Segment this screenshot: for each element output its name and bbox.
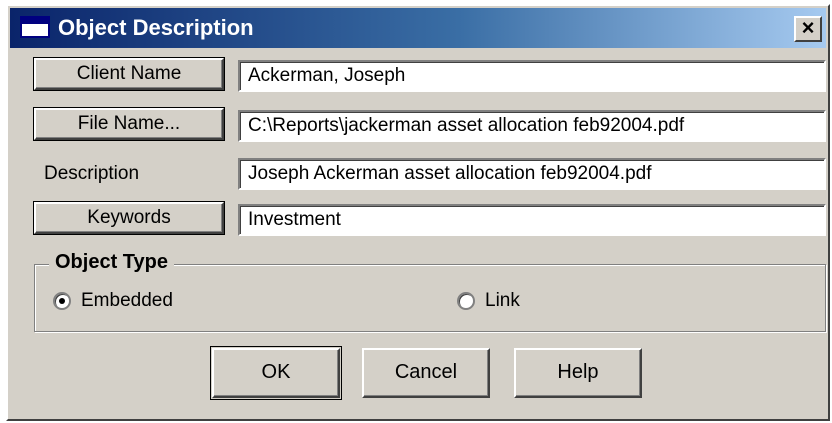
client-name-field[interactable]: Ackerman, Joseph bbox=[238, 60, 826, 92]
keywords-button[interactable]: Keywords bbox=[33, 201, 225, 235]
object-type-group: Object Type Embedded Link bbox=[34, 249, 826, 332]
embedded-option[interactable]: Embedded bbox=[53, 289, 173, 313]
close-icon: × bbox=[801, 15, 815, 40]
window-icon bbox=[20, 16, 50, 38]
embedded-label: Embedded bbox=[81, 290, 173, 311]
close-button[interactable]: × bbox=[794, 16, 822, 42]
file-name-button-label: File Name... bbox=[77, 113, 181, 134]
cancel-button[interactable]: Cancel bbox=[362, 348, 490, 398]
title-bar[interactable]: Object Description × bbox=[10, 8, 826, 48]
link-label: Link bbox=[485, 290, 520, 311]
file-name-button[interactable]: File Name... bbox=[33, 107, 225, 141]
help-button[interactable]: Help bbox=[514, 348, 642, 398]
description-field[interactable]: Joseph Ackerman asset allocation feb9200… bbox=[238, 158, 826, 190]
ok-button[interactable]: OK bbox=[212, 348, 340, 398]
keywords-field[interactable]: Investment bbox=[238, 204, 826, 236]
description-label: Description bbox=[44, 163, 140, 184]
link-radio[interactable] bbox=[457, 292, 475, 310]
file-name-field[interactable]: C:\Reports\jackerman asset allocation fe… bbox=[238, 110, 826, 142]
link-option[interactable]: Link bbox=[457, 289, 520, 313]
embedded-radio[interactable] bbox=[53, 292, 71, 310]
dialog-title: Object Description bbox=[58, 15, 254, 40]
object-type-legend: Object Type bbox=[49, 249, 174, 275]
object-description-dialog: Object Description × Client Name Ackerma… bbox=[6, 4, 830, 421]
client-name-button[interactable]: Client Name bbox=[33, 57, 225, 91]
